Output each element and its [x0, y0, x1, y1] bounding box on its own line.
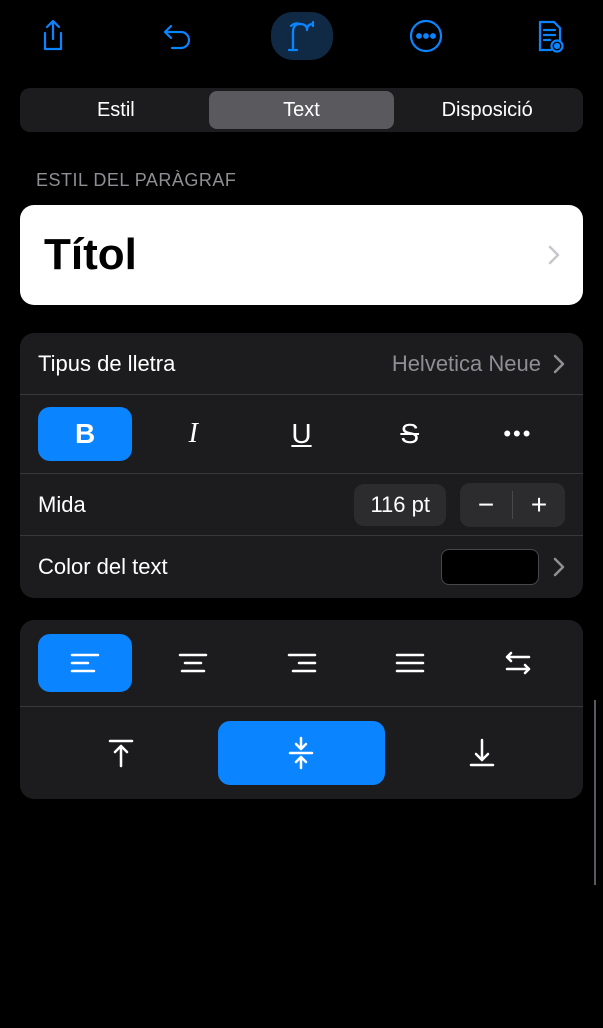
text-color-swatch [441, 549, 539, 585]
share-button[interactable] [22, 12, 84, 60]
more-button[interactable] [395, 12, 457, 60]
tab-layout[interactable]: Disposició [394, 91, 580, 129]
italic-button[interactable]: I [146, 407, 240, 461]
size-row: Mida 116 pt − + [20, 474, 583, 536]
size-label: Mida [38, 492, 354, 518]
valign-top-button[interactable] [38, 721, 204, 785]
align-left-button[interactable] [38, 634, 132, 692]
text-color-row[interactable]: Color del text [20, 536, 583, 598]
bold-button[interactable]: B [38, 407, 132, 461]
format-button[interactable] [271, 12, 333, 60]
font-label: Tipus de lletra [38, 351, 392, 377]
tab-text[interactable]: Text [209, 91, 395, 129]
chevron-right-icon [553, 354, 565, 374]
text-color-label: Color del text [38, 554, 441, 580]
align-right-button[interactable] [254, 634, 348, 692]
text-direction-button[interactable] [471, 634, 565, 692]
font-value: Helvetica Neue [392, 351, 541, 377]
format-panel: Estil Text Disposició Estil del paràgraf… [0, 72, 603, 799]
size-value[interactable]: 116 pt [354, 484, 446, 526]
valign-bottom-button[interactable] [399, 721, 565, 785]
underline-button[interactable]: U [254, 407, 348, 461]
tab-style[interactable]: Estil [23, 91, 209, 129]
document-settings-button[interactable] [519, 12, 581, 60]
valign-middle-button[interactable] [218, 721, 384, 785]
undo-button[interactable] [146, 12, 208, 60]
chevron-right-icon [547, 244, 561, 266]
top-toolbar [0, 0, 603, 72]
paragraph-style-selector[interactable]: Títol [20, 205, 583, 305]
font-row[interactable]: Tipus de lletra Helvetica Neue [20, 333, 583, 395]
text-style-buttons: B I U S ••• [20, 395, 583, 474]
vertical-alignment-row [20, 707, 583, 799]
alignment-group [20, 620, 583, 799]
horizontal-alignment-row [20, 620, 583, 707]
size-increase-button[interactable]: + [513, 483, 565, 527]
strikethrough-button[interactable]: S [363, 407, 457, 461]
panel-tabs: Estil Text Disposició [20, 88, 583, 132]
scroll-indicator [594, 700, 596, 885]
font-group: Tipus de lletra Helvetica Neue B I U S •… [20, 333, 583, 598]
paragraph-style-header: Estil del paràgraf [36, 170, 583, 191]
align-justify-button[interactable] [363, 634, 457, 692]
more-text-options-button[interactable]: ••• [471, 407, 565, 461]
size-stepper: − + [460, 483, 565, 527]
align-center-button[interactable] [146, 634, 240, 692]
size-decrease-button[interactable]: − [460, 483, 512, 527]
paragraph-style-value: Títol [44, 230, 137, 280]
chevron-right-icon [553, 557, 565, 577]
